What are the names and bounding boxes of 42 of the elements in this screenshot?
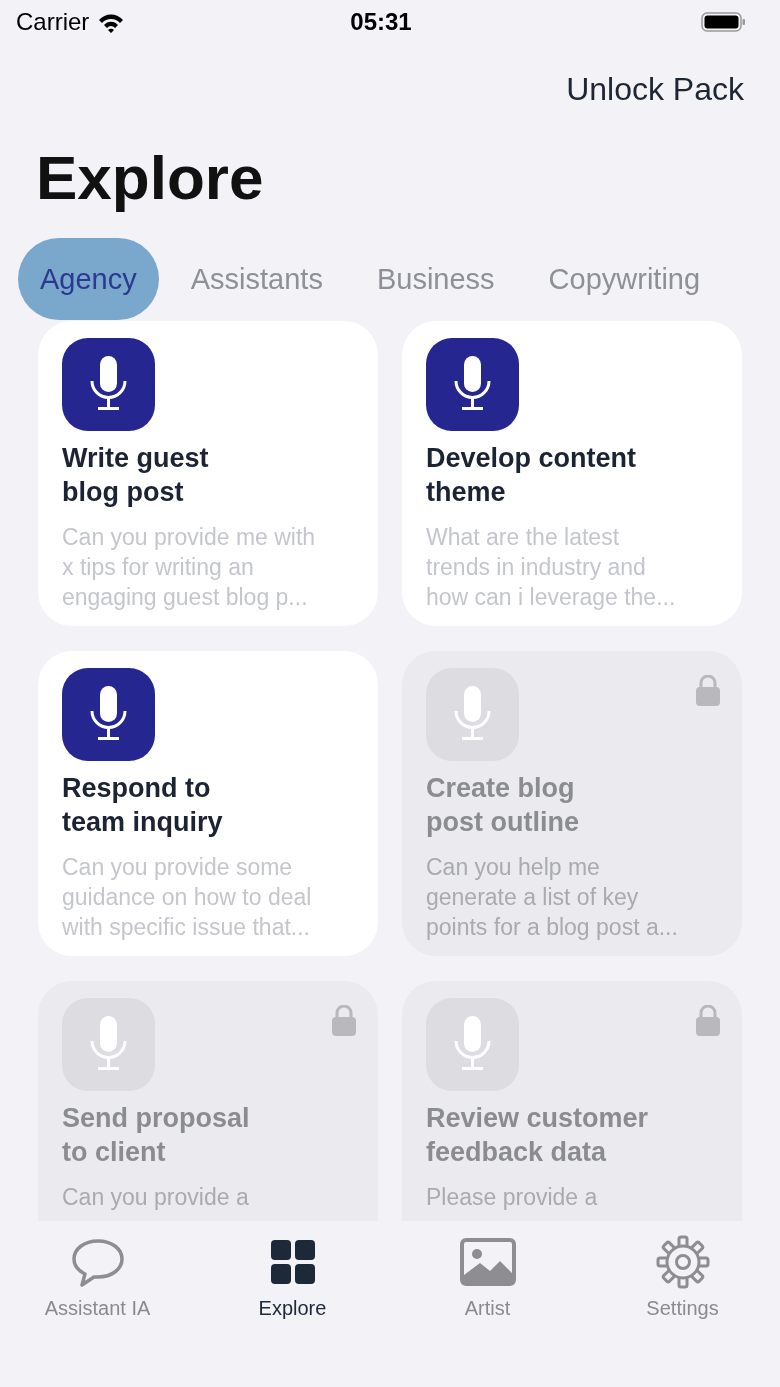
category-tab[interactable]: Agency [18,238,159,320]
prompt-card[interactable]: Develop content theme What are the latest trends in industry and how can i leverage the... [402,321,742,626]
tab-bar-item[interactable]: Artist [390,1221,585,1325]
prompt-title: Review customer feedback data [426,1102,649,1169]
battery-icon [701,12,746,32]
microphone-icon [426,998,519,1091]
prompt-description: Please provide a [426,1183,598,1212]
clock-time: 05:31 [349,8,413,36]
microphone-icon [426,668,519,761]
prompt-description: Can you help me generate a list of key points for a blog post a... [426,853,678,942]
carrier-name: Carrier [16,8,90,36]
prompt-description: What are the latest trends in industry and how can i leverage the... [426,523,676,612]
tab-bar-item[interactable]: Assistant IA [0,1221,195,1325]
prompt-card[interactable]: Create blog post outline Can you help me generate a list of key points for a blog post a... [402,651,742,956]
prompt-description: Can you provide a [62,1183,249,1212]
prompt-title: Write guest blog post [62,442,209,509]
prompt-card[interactable]: Write guest blog post Can you provide me with x tips for writing an engaging guest blog p... [38,321,378,626]
lock-icon [696,675,720,706]
settings-icon [654,1235,711,1289]
lock-icon [332,1005,356,1036]
prompt-title: Respond to team inquiry [62,772,223,839]
prompt-description: Can you provide me with x tips for writing an engaging guest blog p... [62,523,316,612]
microphone-icon [426,338,519,431]
prompt-title: Develop content theme [426,442,637,509]
prompt-title: Create blog post outline [426,772,579,839]
page-title: Explore [36,142,265,214]
microphone-icon [62,998,155,1091]
tab-bar-item[interactable]: Settings [585,1221,780,1325]
category-tab[interactable]: Assistants [168,238,345,320]
prompt-card[interactable]: Send proposal to client Can you provide a [38,981,378,1221]
category-tab[interactable]: Copywriting [526,238,723,320]
tab-bar-item[interactable]: Explore [195,1221,390,1325]
prompt-card[interactable]: Review customer feedback data Please provide a [402,981,742,1221]
category-tab[interactable]: Business [354,238,517,320]
microphone-icon [62,668,155,761]
image-icon [459,1235,516,1289]
prompt-card[interactable]: Respond to team inquiry Can you provide some guidance on how to deal with specific issue that... [38,651,378,956]
lock-icon [696,1005,720,1036]
prompt-description: Can you provide some guidance on how to deal with specific issue that... [62,853,312,942]
unlock-pack-link[interactable]: Unlock Pack [566,66,744,112]
microphone-icon [62,338,155,431]
prompt-title: Send proposal to client [62,1102,250,1169]
